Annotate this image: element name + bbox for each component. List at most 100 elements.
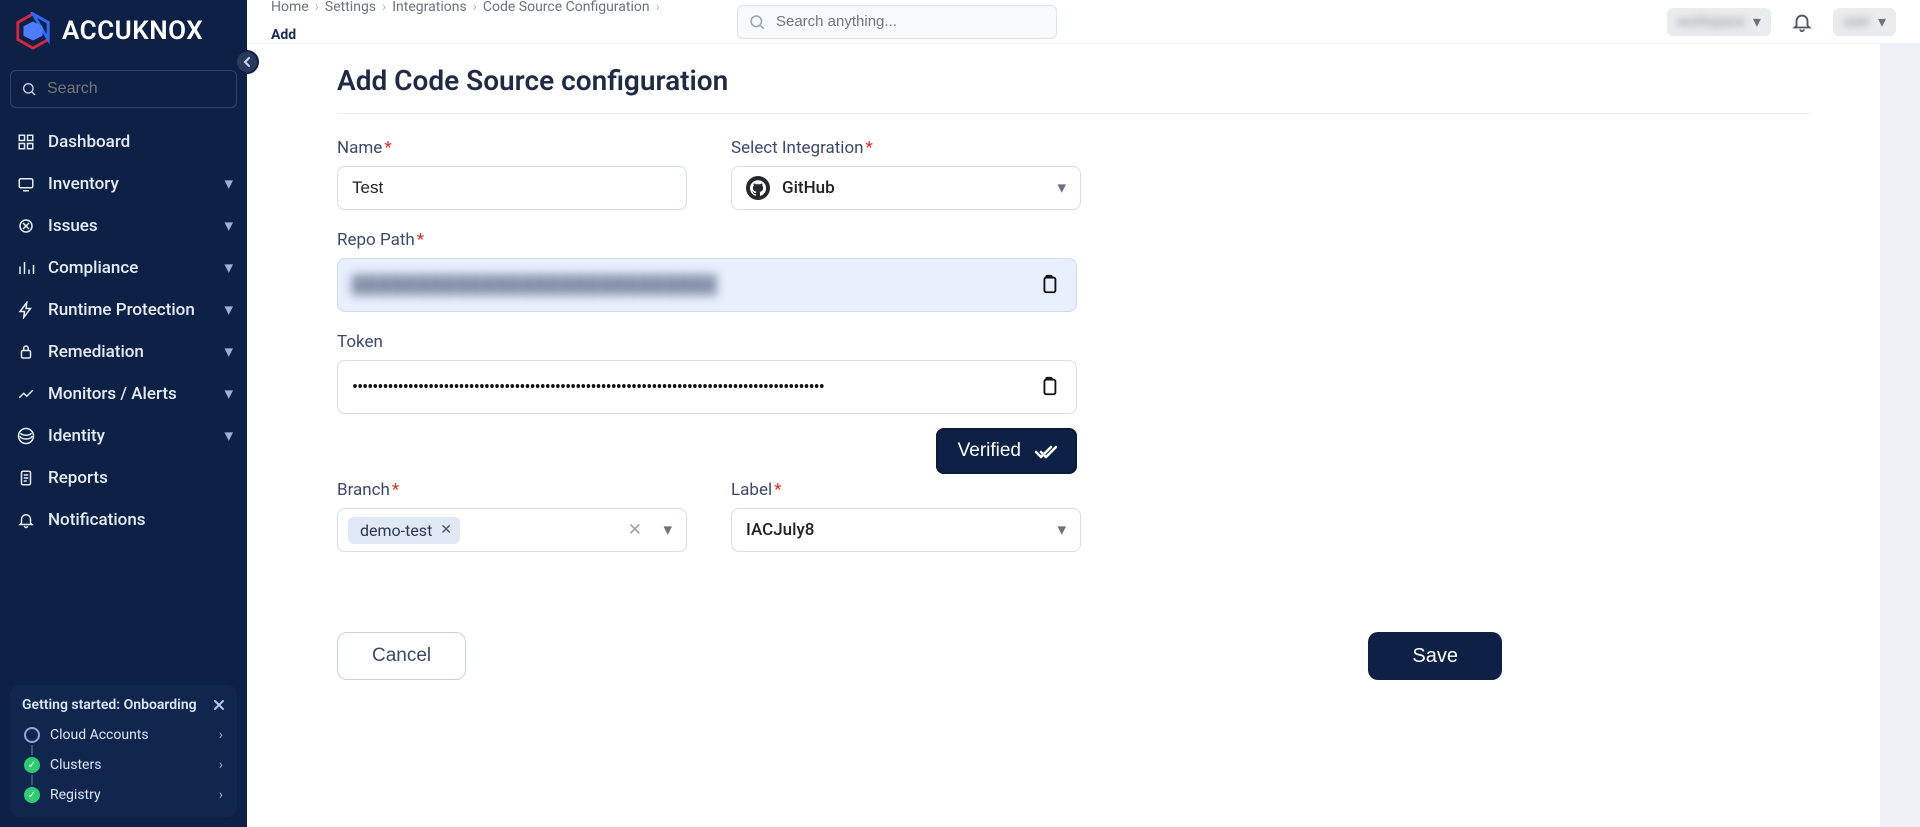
sidebar-item-label: Reports (48, 468, 108, 488)
dashboard-icon (16, 132, 36, 152)
sidebar-item-label: Runtime Protection (48, 300, 195, 320)
global-search-input[interactable] (774, 12, 1046, 31)
integration-select[interactable]: GitHub ▾ (731, 166, 1081, 210)
sidebar-item-identity[interactable]: Identity ▾ (6, 416, 241, 456)
verified-button[interactable]: Verified (936, 428, 1077, 474)
sidebar: ACCUKNOX Dashboard Inventory ▾ Iss (0, 0, 247, 827)
save-button[interactable]: Save (1368, 632, 1502, 680)
label-select-integration: Select Integration* (731, 138, 1081, 158)
breadcrumb-current: Add (271, 28, 296, 43)
sidebar-item-remediation[interactable]: Remediation ▾ (6, 332, 241, 372)
status-check-icon: ✓ (24, 787, 40, 803)
breadcrumb: Home › Settings › Integrations › Code So… (271, 0, 697, 43)
repo-path-value: ████████████████████████████ (352, 275, 717, 295)
breadcrumb-integrations[interactable]: Integrations (392, 0, 466, 15)
repo-path-input[interactable]: ████████████████████████████ (337, 258, 1077, 312)
sidebar-item-reports[interactable]: Reports (6, 458, 241, 498)
chevron-down-icon: ▾ (224, 258, 233, 278)
sidebar-item-runtime-protection[interactable]: Runtime Protection ▾ (6, 290, 241, 330)
bell-icon[interactable] (1791, 11, 1813, 33)
label-select-value: IACJuly8 (746, 520, 814, 540)
onboarding-item-label: Clusters (50, 757, 101, 773)
label-select[interactable]: IACJuly8 ▾ (731, 508, 1081, 552)
required-asterisk: * (417, 230, 424, 250)
branch-multiselect[interactable]: demo-test ✕ ✕ ▾ (337, 508, 687, 552)
clipboard-icon[interactable] (1038, 375, 1062, 399)
sidebar-item-label: Compliance (48, 258, 138, 278)
onboarding-item-label: Cloud Accounts (50, 727, 149, 743)
status-circle-icon (24, 727, 40, 743)
sidebar-item-dashboard[interactable]: Dashboard (6, 122, 241, 162)
sidebar-search-input[interactable] (45, 79, 226, 99)
label-repo-path: Repo Path* (337, 230, 1077, 250)
onboarding-item-cloud-accounts[interactable]: Cloud Accounts › (22, 723, 225, 747)
chevron-down-icon: ▾ (224, 426, 233, 446)
compliance-icon (16, 258, 36, 278)
sidebar-item-notifications[interactable]: Notifications (6, 500, 241, 540)
sidebar-item-label: Identity (48, 426, 105, 446)
onboarding-panel: Getting started: Onboarding Cloud Accoun… (10, 685, 237, 817)
global-search[interactable] (737, 5, 1057, 39)
sidebar-item-monitors-alerts[interactable]: Monitors / Alerts ▾ (6, 374, 241, 414)
runtime-icon (16, 300, 36, 320)
search-icon (21, 81, 37, 97)
brand-name: ACCUKNOX (62, 16, 203, 46)
brand: ACCUKNOX (0, 12, 247, 64)
required-asterisk: * (774, 480, 781, 500)
sidebar-item-compliance[interactable]: Compliance ▾ (6, 248, 241, 288)
reports-icon (16, 468, 36, 488)
chevron-right-icon: › (219, 727, 223, 743)
token-value: ••••••••••••••••••••••••••••••••••••••••… (352, 377, 1062, 398)
monitors-icon (16, 384, 36, 404)
sidebar-item-label: Issues (48, 216, 98, 236)
token-input[interactable]: ••••••••••••••••••••••••••••••••••••••••… (337, 360, 1077, 414)
chevron-down-icon: ▾ (224, 384, 233, 404)
chevron-right-icon: › (473, 0, 477, 15)
onboarding-item-clusters[interactable]: ✓ Clusters › (22, 753, 225, 777)
clear-all-icon[interactable]: ✕ (628, 520, 642, 540)
sidebar-nav: Dashboard Inventory ▾ Issues ▾ Complianc… (0, 122, 247, 540)
name-input[interactable] (337, 166, 687, 210)
chevron-down-icon: ▾ (1753, 12, 1761, 31)
onboarding-title: Getting started: Onboarding (22, 697, 197, 713)
chip-remove-icon[interactable]: ✕ (440, 522, 452, 538)
sidebar-item-label: Inventory (48, 174, 119, 194)
user-name: user (1843, 14, 1870, 30)
breadcrumb-home[interactable]: Home (271, 0, 309, 15)
search-icon (748, 13, 766, 31)
chevron-down-icon: ▾ (224, 342, 233, 362)
sidebar-item-label: Remediation (48, 342, 144, 362)
chevron-down-icon: ▾ (1057, 178, 1066, 198)
inventory-icon (16, 174, 36, 194)
topbar: Home › Settings › Integrations › Code So… (247, 0, 1920, 44)
content-scroll[interactable]: Add Code Source configuration Name* Sele… (247, 44, 1920, 827)
chevron-right-icon: › (219, 757, 223, 773)
clipboard-icon[interactable] (1038, 273, 1062, 297)
identity-icon (16, 426, 36, 446)
onboarding-item-registry[interactable]: ✓ Registry › (22, 783, 225, 807)
breadcrumb-code-source-configuration[interactable]: Code Source Configuration (483, 0, 650, 15)
scrollbar-gutter (1880, 44, 1920, 827)
workspace-name: workspace (1677, 14, 1745, 30)
sidebar-item-issues[interactable]: Issues ▾ (6, 206, 241, 246)
sidebar-search[interactable] (10, 70, 237, 108)
chevron-right-icon: › (382, 0, 386, 15)
sidebar-item-inventory[interactable]: Inventory ▾ (6, 164, 241, 204)
sidebar-item-label: Notifications (48, 510, 146, 530)
integration-select-value: GitHub (782, 178, 835, 198)
issues-icon (16, 216, 36, 236)
user-menu[interactable]: user ▾ (1833, 8, 1896, 36)
chevron-down-icon: ▾ (224, 216, 233, 236)
sidebar-item-label: Dashboard (48, 132, 130, 152)
breadcrumb-settings[interactable]: Settings (325, 0, 376, 15)
workspace-selector[interactable]: workspace ▾ (1667, 8, 1771, 36)
notifications-icon (16, 510, 36, 530)
cancel-button[interactable]: Cancel (337, 632, 466, 680)
close-icon[interactable] (213, 699, 225, 711)
required-asterisk: * (392, 480, 399, 500)
chevron-right-icon: › (219, 787, 223, 803)
branch-chip: demo-test ✕ (348, 517, 460, 544)
required-asterisk: * (866, 138, 873, 158)
chevron-down-icon[interactable]: ▾ (663, 520, 672, 540)
chevron-down-icon: ▾ (224, 174, 233, 194)
